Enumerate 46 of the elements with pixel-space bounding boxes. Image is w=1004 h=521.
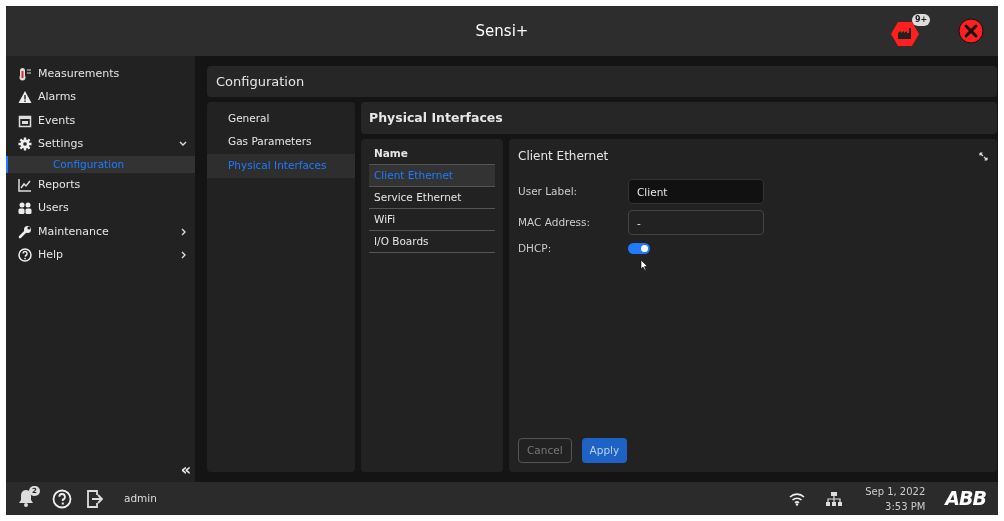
help-icon[interactable] bbox=[52, 488, 72, 509]
sidebar-item[interactable]: Measurements bbox=[6, 62, 195, 86]
expand-icon[interactable] bbox=[979, 151, 988, 161]
close-icon[interactable] bbox=[958, 18, 984, 44]
list-item[interactable]: Service Ethernet bbox=[369, 187, 495, 209]
field-label: User Label: bbox=[518, 183, 579, 199]
sidebar-item[interactable]: Events bbox=[6, 109, 195, 133]
thermometer-icon bbox=[18, 66, 32, 81]
calendar-icon bbox=[18, 113, 32, 128]
username: admin bbox=[124, 490, 157, 506]
users-icon bbox=[18, 201, 32, 216]
warning-icon bbox=[18, 90, 32, 105]
collapse-button[interactable]: « bbox=[180, 462, 191, 478]
brand-logo: ABB bbox=[945, 486, 986, 512]
field-label: DHCP: bbox=[518, 241, 553, 256]
sidebar-item[interactable]: Settings bbox=[6, 132, 195, 156]
line-chart-icon bbox=[18, 177, 32, 192]
section-item[interactable]: Gas Parameters bbox=[207, 130, 355, 154]
section-item[interactable]: General bbox=[207, 107, 355, 131]
date-text: Sep 1, 2022 bbox=[865, 484, 926, 499]
help-icon bbox=[18, 248, 32, 263]
detail-title: Client Ethernet bbox=[518, 148, 609, 165]
wrench-icon bbox=[18, 224, 32, 239]
section-title: Physical Interfaces bbox=[369, 108, 503, 127]
list-item[interactable]: WiFi bbox=[369, 209, 495, 231]
sidebar-item[interactable]: Help bbox=[6, 243, 195, 267]
sidebar-item[interactable]: Reports bbox=[6, 173, 195, 197]
list-item[interactable]: I/O Boards bbox=[369, 231, 495, 253]
bell-icon[interactable] bbox=[18, 488, 34, 509]
wifi-icon[interactable] bbox=[789, 491, 806, 506]
apply-button[interactable]: Apply bbox=[581, 438, 628, 463]
app-title: Sensi+ bbox=[475, 20, 529, 42]
network-icon[interactable] bbox=[825, 490, 844, 507]
cursor-icon bbox=[640, 259, 648, 271]
page-title: Configuration bbox=[216, 72, 305, 91]
input-field[interactable]: Client bbox=[628, 179, 764, 204]
field-label: MAC Address: bbox=[518, 214, 592, 230]
gear-icon bbox=[18, 137, 32, 152]
alarm-count-badge: 9+ bbox=[912, 14, 931, 26]
toggle-switch[interactable] bbox=[628, 243, 650, 255]
sidebar-item[interactable]: Users bbox=[6, 196, 195, 220]
time-text: 3:53 PM bbox=[885, 499, 926, 514]
sidebar-item[interactable]: Maintenance bbox=[6, 220, 195, 244]
factory-alarm-icon[interactable] bbox=[890, 21, 920, 47]
logout-icon[interactable] bbox=[86, 488, 104, 509]
sidebar-item[interactable]: Alarms bbox=[6, 85, 195, 109]
